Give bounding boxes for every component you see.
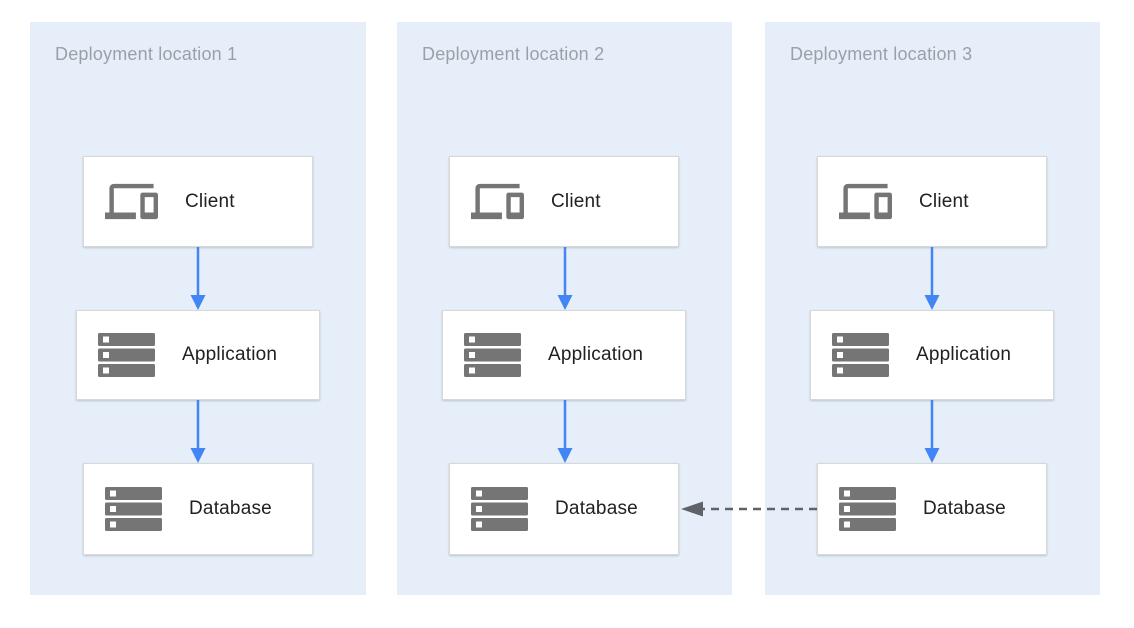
application-node-3: Application xyxy=(810,310,1054,400)
application-label: Application xyxy=(548,344,643,366)
server-stack-icon xyxy=(98,333,155,377)
application-label: Application xyxy=(182,344,277,366)
application-label: Application xyxy=(916,344,1011,366)
server-stack-icon xyxy=(832,333,889,377)
deployment-location-1-zone: Deployment location 1 Client App xyxy=(30,22,366,595)
deployment-location-2-title: Deployment location 2 xyxy=(422,44,604,65)
deployment-architecture-diagram: Deployment location 1 Client App xyxy=(0,0,1134,628)
database-label: Database xyxy=(555,498,638,520)
client-label: Client xyxy=(919,191,969,213)
client-node-1: Client xyxy=(83,156,313,247)
client-label: Client xyxy=(551,191,601,213)
server-stack-icon xyxy=(464,333,521,377)
deployment-location-2-zone: Deployment location 2 Client App xyxy=(397,22,732,595)
deployment-location-3-zone: Deployment location 3 Client App xyxy=(765,22,1100,595)
devices-icon xyxy=(105,175,158,228)
application-node-1: Application xyxy=(76,310,320,400)
database-node-1: Database xyxy=(83,463,313,555)
deployment-location-1-title: Deployment location 1 xyxy=(55,44,237,65)
devices-icon xyxy=(839,175,892,228)
client-node-2: Client xyxy=(449,156,679,247)
server-stack-icon xyxy=(105,487,162,531)
client-label: Client xyxy=(185,191,235,213)
database-label: Database xyxy=(189,498,272,520)
deployment-location-3-title: Deployment location 3 xyxy=(790,44,972,65)
client-node-3: Client xyxy=(817,156,1047,247)
database-node-2: Database xyxy=(449,463,679,555)
devices-icon xyxy=(471,175,524,228)
database-node-3: Database xyxy=(817,463,1047,555)
application-node-2: Application xyxy=(442,310,686,400)
server-stack-icon xyxy=(471,487,528,531)
server-stack-icon xyxy=(839,487,896,531)
database-label: Database xyxy=(923,498,1006,520)
